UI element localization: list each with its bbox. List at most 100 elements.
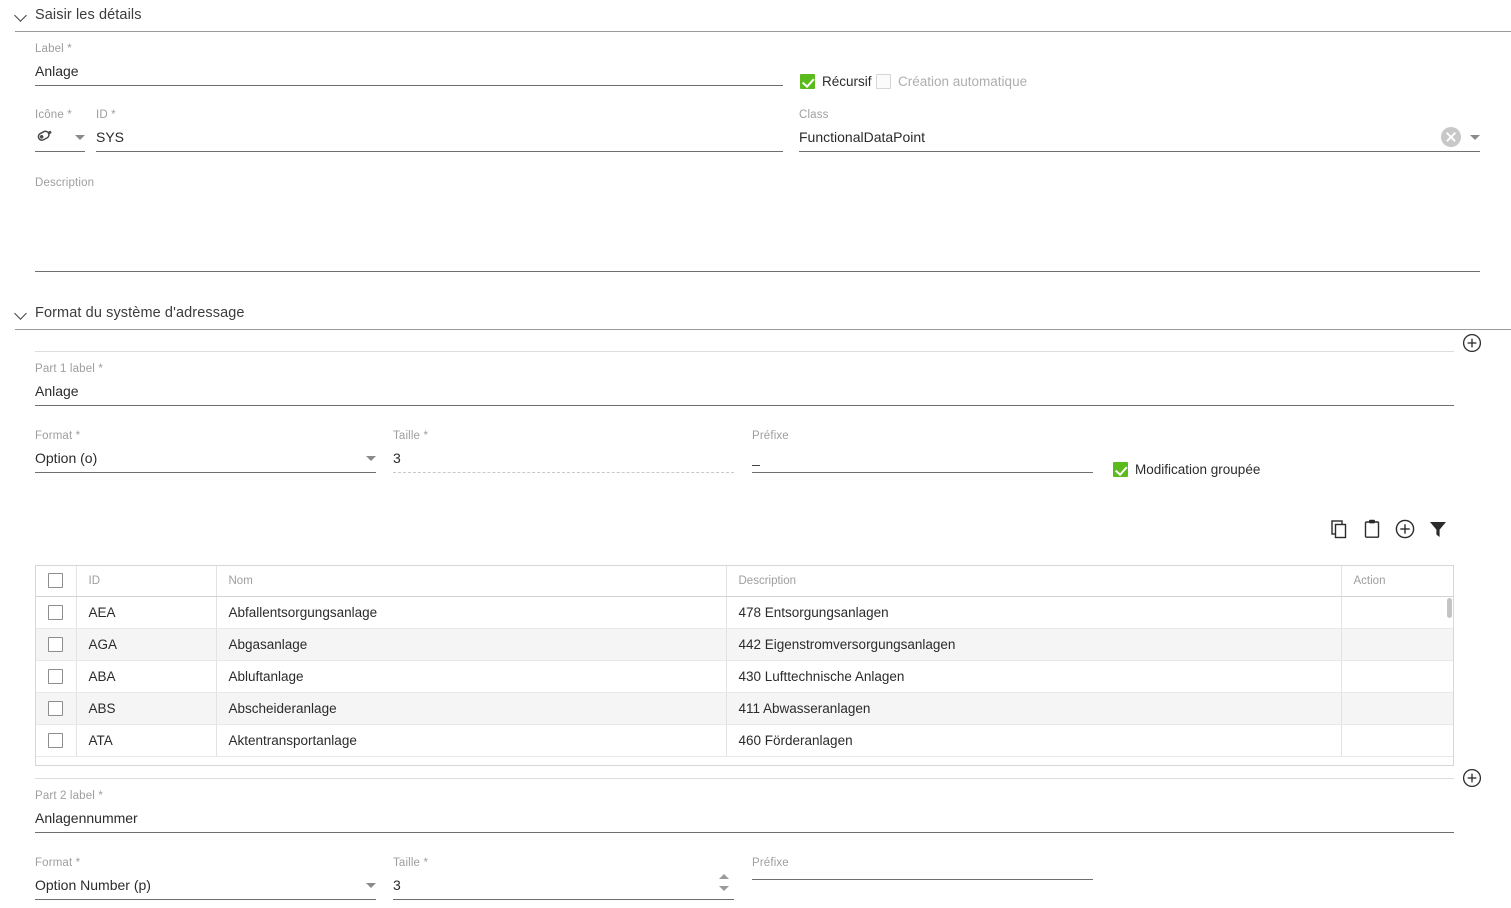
table-row[interactable]: ABA Abluftanlage 430 Lufttechnische Anla… bbox=[36, 660, 1453, 693]
description-field[interactable]: Description bbox=[35, 176, 1480, 272]
add-part-button-top[interactable] bbox=[1460, 331, 1484, 355]
section-header-addressing[interactable]: Format du système d'adressage bbox=[14, 305, 245, 321]
part1-format-field[interactable]: Format * Option (o) bbox=[35, 429, 376, 473]
part2-prefix-field-label: Préfixe bbox=[752, 857, 789, 869]
class-field-underline bbox=[799, 151, 1480, 152]
clear-icon[interactable] bbox=[1441, 127, 1461, 147]
copy-icon bbox=[1331, 520, 1347, 539]
bulk-edit-checkbox-row[interactable]: Modification groupée bbox=[1113, 462, 1260, 477]
part2-label-field[interactable]: Part 2 label * Anlagennummer bbox=[35, 789, 1454, 833]
icon-field-underline bbox=[35, 151, 85, 152]
row-id: AGA bbox=[76, 628, 217, 661]
part2-size-stepper[interactable] bbox=[718, 874, 730, 891]
part1-format-chevron-down-icon[interactable] bbox=[366, 455, 376, 461]
row-nom: Aktentransportanlage bbox=[216, 724, 727, 757]
add-part-button-bottom[interactable] bbox=[1460, 766, 1484, 790]
part2-format-field[interactable]: Format * Option Number (p) bbox=[35, 856, 376, 900]
row-action[interactable] bbox=[1341, 724, 1453, 757]
row-id: AEA bbox=[76, 596, 217, 629]
row-checkbox[interactable] bbox=[48, 732, 64, 748]
part2-format-chevron-down-icon[interactable] bbox=[366, 882, 376, 888]
part1-label-field-underline bbox=[35, 405, 1454, 406]
add-circle-icon bbox=[1395, 519, 1415, 539]
row-action[interactable] bbox=[1341, 628, 1453, 661]
paste-button[interactable] bbox=[1360, 517, 1384, 541]
table-row[interactable]: AEA Abfallentsorgungsanlage 478 Entsorgu… bbox=[36, 596, 1453, 629]
label-field[interactable]: Label * Anlage bbox=[35, 42, 783, 86]
row-select-cell[interactable] bbox=[36, 660, 77, 693]
part2-format-field-underline bbox=[35, 899, 376, 900]
part2-size-field[interactable]: Taille * 3 bbox=[393, 856, 734, 900]
table-vertical-scrollbar[interactable] bbox=[1447, 598, 1452, 618]
row-select-cell[interactable] bbox=[36, 724, 77, 757]
table-row[interactable]: AGA Abgasanlage 442 Eigenstromversorgung… bbox=[36, 628, 1453, 661]
table-row[interactable]: ABS Abscheideranlage 411 Abwasseranlagen bbox=[36, 692, 1453, 725]
row-action[interactable] bbox=[1341, 596, 1453, 629]
row-checkbox[interactable] bbox=[48, 700, 64, 716]
row-id: ABA bbox=[76, 660, 217, 693]
row-description: 478 Entsorgungsanlagen bbox=[726, 596, 1342, 629]
row-description: 430 Lufttechnische Anlagen bbox=[726, 660, 1342, 693]
id-field[interactable]: ID * SYS bbox=[96, 108, 783, 152]
part1-format-field-value: Option (o) bbox=[35, 450, 98, 466]
id-field-value: SYS bbox=[96, 129, 125, 145]
table-header-nom[interactable]: Nom bbox=[216, 566, 727, 597]
row-nom: Abfallentsorgungsanlage bbox=[216, 596, 727, 629]
table-row[interactable]: ATA Aktentransportanlage 460 Förderanlag… bbox=[36, 724, 1453, 757]
row-select-cell[interactable] bbox=[36, 596, 77, 629]
row-checkbox[interactable] bbox=[48, 668, 64, 684]
stepper-down-icon[interactable] bbox=[719, 886, 729, 891]
stepper-up-icon[interactable] bbox=[719, 874, 729, 879]
row-select-cell[interactable] bbox=[36, 692, 77, 725]
part2-prefix-field[interactable]: Préfixe bbox=[752, 856, 1093, 880]
description-field-underline bbox=[35, 271, 1480, 272]
section-header-details[interactable]: Saisir les détails bbox=[14, 7, 142, 23]
form-page: Saisir les détails Label * Anlage Récurs… bbox=[0, 0, 1511, 908]
row-nom: Abscheideranlage bbox=[216, 692, 727, 725]
class-field[interactable]: Class FunctionalDataPoint bbox=[799, 108, 1480, 152]
recursive-checkbox-row[interactable]: Récursif bbox=[800, 74, 872, 89]
part1-size-field-value: 3 bbox=[393, 450, 401, 466]
row-select-cell[interactable] bbox=[36, 628, 77, 661]
add-circle-icon bbox=[1462, 768, 1482, 788]
class-field-label: Class bbox=[799, 109, 829, 121]
section-divider-details bbox=[15, 31, 1511, 32]
row-action[interactable] bbox=[1341, 660, 1453, 693]
add-circle-icon bbox=[1462, 333, 1482, 353]
bulk-edit-checkbox[interactable] bbox=[1113, 462, 1128, 477]
recursive-checkbox-label: Récursif bbox=[822, 74, 872, 89]
part2-label-field-underline bbox=[35, 832, 1454, 833]
row-description: 442 Eigenstromversorgungsanlagen bbox=[726, 628, 1342, 661]
part1-label-field[interactable]: Part 1 label * Anlage bbox=[35, 362, 1454, 406]
autocreate-checkbox-row[interactable]: Création automatique bbox=[876, 74, 1027, 89]
bulk-edit-checkbox-label: Modification groupée bbox=[1135, 462, 1261, 477]
part1-size-field-label: Taille * bbox=[393, 430, 429, 442]
autocreate-checkbox[interactable] bbox=[876, 74, 891, 89]
table-header-id[interactable]: ID bbox=[76, 566, 217, 597]
row-nom: Abluftanlage bbox=[216, 660, 727, 693]
select-all-checkbox[interactable] bbox=[48, 573, 64, 589]
table-header-action[interactable]: Action bbox=[1341, 566, 1453, 597]
copy-button[interactable] bbox=[1327, 517, 1351, 541]
filter-button[interactable] bbox=[1426, 517, 1450, 541]
part1-prefix-field-value: _ bbox=[752, 450, 760, 466]
section-title-addressing: Format du système d'adressage bbox=[35, 305, 245, 321]
class-field-chevron-down-icon[interactable] bbox=[1470, 134, 1480, 140]
row-action[interactable] bbox=[1341, 692, 1453, 725]
icon-field-label: Icône * bbox=[35, 109, 72, 121]
part1-label-field-label: Part 1 label * bbox=[35, 363, 103, 375]
icon-field[interactable]: Icône * bbox=[35, 108, 85, 152]
part1-prefix-field[interactable]: Préfixe _ bbox=[752, 429, 1093, 473]
add-row-button[interactable] bbox=[1393, 517, 1417, 541]
part1-prefix-field-underline bbox=[752, 472, 1093, 473]
table-header-description[interactable]: Description bbox=[726, 566, 1342, 597]
row-checkbox[interactable] bbox=[48, 604, 64, 620]
id-field-label: ID * bbox=[96, 109, 116, 121]
icon-field-chevron-down-icon[interactable] bbox=[75, 134, 85, 140]
recursive-checkbox[interactable] bbox=[800, 74, 815, 89]
table-header-row: ID Nom Description Action bbox=[36, 566, 1453, 597]
part1-size-field[interactable]: Taille * 3 bbox=[393, 429, 734, 473]
row-checkbox[interactable] bbox=[48, 636, 64, 652]
part1-format-field-underline bbox=[35, 472, 376, 473]
table-header-select-all[interactable] bbox=[36, 566, 77, 597]
